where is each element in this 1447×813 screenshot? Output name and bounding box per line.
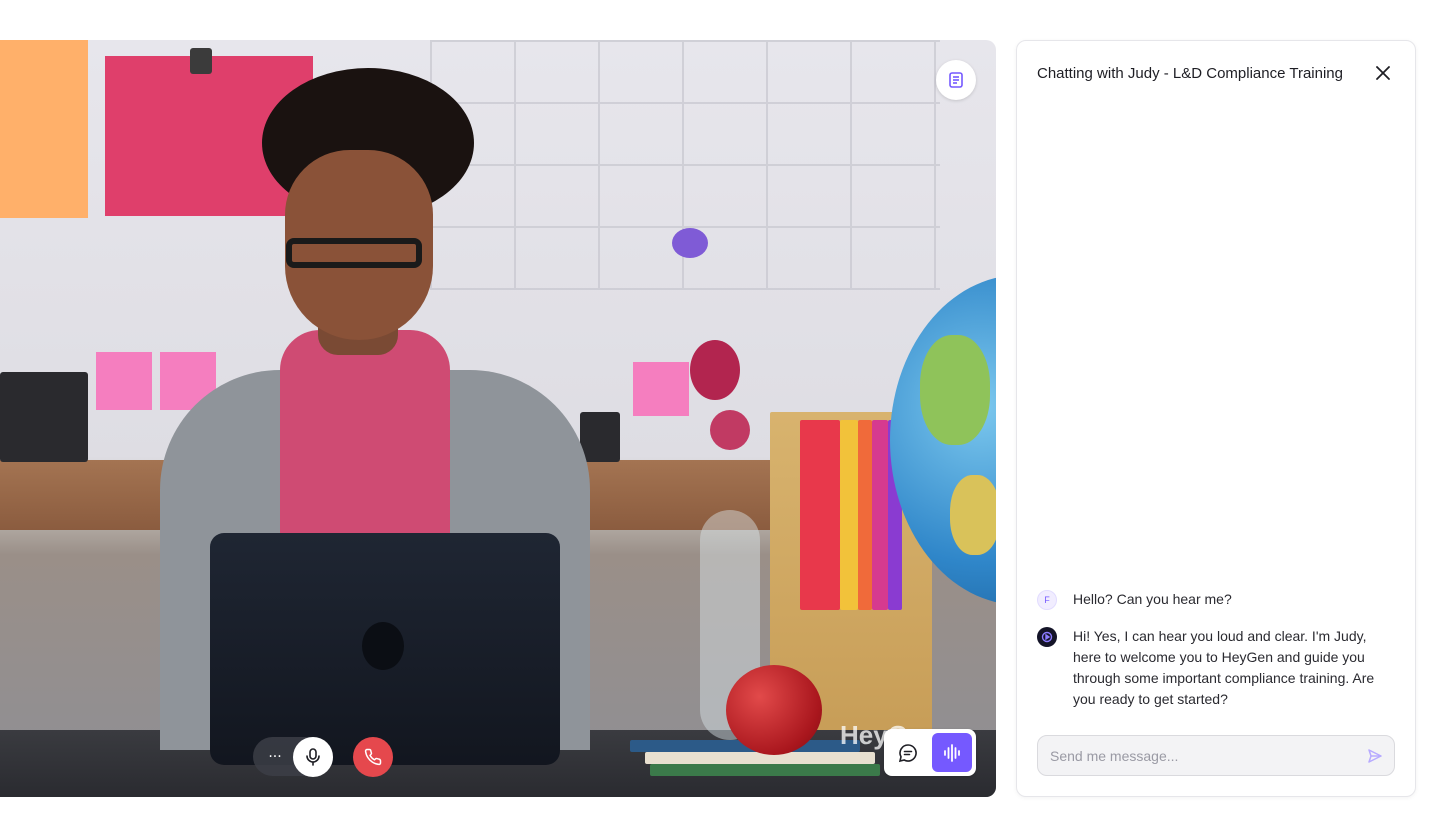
chat-title: Chatting with Judy - L&D Compliance Trai…	[1037, 65, 1343, 82]
message-input[interactable]	[1050, 736, 1350, 775]
microphone-icon	[306, 748, 320, 766]
close-icon	[1376, 66, 1390, 80]
end-call-button[interactable]	[353, 737, 393, 777]
flower	[710, 410, 750, 450]
flower	[690, 340, 740, 400]
send-icon	[1368, 749, 1382, 763]
chat-message-user: F Hello? Can you hear me?	[1037, 590, 1397, 610]
book	[645, 752, 875, 764]
sticky-note	[633, 362, 689, 416]
message-text: Hi! Yes, I can hear you loud and clear. …	[1073, 628, 1375, 707]
binder-clip	[190, 48, 212, 74]
folder	[840, 420, 858, 610]
apple	[726, 665, 822, 755]
audio-waveform-icon	[944, 743, 960, 762]
orange-poster	[0, 40, 88, 218]
ellipsis-icon: ···	[268, 748, 282, 765]
message-text: Hello? Can you hear me?	[1073, 591, 1232, 607]
pen-holder	[0, 372, 88, 462]
folder	[858, 420, 872, 610]
phone-hangup-icon	[364, 748, 382, 766]
voice-mode-button[interactable]	[932, 733, 972, 772]
sticky-note	[96, 352, 152, 410]
user-avatar: F	[1037, 590, 1057, 610]
transcript-icon	[949, 72, 963, 88]
folder	[800, 420, 840, 610]
chat-message-avatar: Hi! Yes, I can hear you loud and clear. …	[1037, 627, 1397, 710]
pen-holder	[580, 412, 620, 462]
send-button[interactable]	[1364, 745, 1386, 767]
close-chat-button[interactable]	[1373, 63, 1393, 83]
glasses	[286, 238, 422, 268]
message-input-wrapper	[1037, 735, 1395, 776]
book	[650, 764, 880, 776]
laptop-logo	[362, 622, 404, 670]
folder	[872, 420, 888, 610]
microphone-button[interactable]	[293, 737, 333, 777]
chat-mode-button[interactable]	[888, 733, 928, 772]
avatar-video: HeyG	[0, 40, 996, 797]
more-options-button[interactable]: ···	[262, 740, 288, 773]
chat-panel: Chatting with Judy - L&D Compliance Trai…	[1016, 40, 1416, 797]
heygen-logo-icon	[1037, 627, 1057, 647]
transcript-button[interactable]	[936, 60, 976, 100]
chat-bubble-icon	[898, 743, 917, 762]
flower	[672, 228, 708, 258]
